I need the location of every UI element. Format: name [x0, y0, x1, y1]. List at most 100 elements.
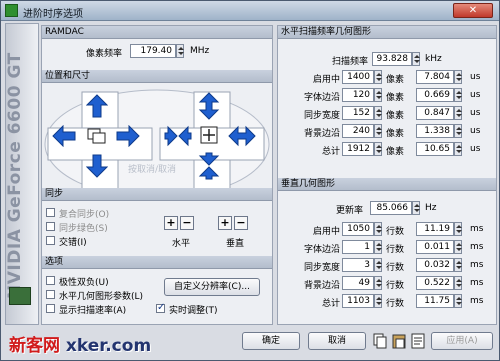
hgeom-row-label: 启用中: [312, 75, 340, 85]
vgeom-row-unit: 行数: [386, 263, 405, 273]
hgeom-row-spinner[interactable]: [374, 106, 382, 120]
vgeom-time-spinner[interactable]: [454, 240, 462, 254]
ok-button[interactable]: 确定: [242, 332, 300, 350]
vgeom-row-unit: 行数: [386, 281, 405, 291]
composite-sync-checkbox[interactable]: [46, 208, 55, 217]
scan-rate-input[interactable]: 93.828: [372, 52, 412, 66]
move-right-arrow[interactable]: [116, 125, 140, 147]
hgeom-time-input[interactable]: 7.804: [416, 70, 454, 84]
hgeom-row-label: 总计: [321, 147, 340, 157]
reset-icon[interactable]: [411, 333, 425, 349]
hgeom-pixels-input[interactable]: 1400: [342, 70, 374, 84]
negative-polarity-label: 极性双负(U): [59, 278, 109, 288]
vgeom-row: 字体边沿 1 行数 0.011 ms: [278, 240, 496, 256]
vgeom-row-label: 启用中: [312, 227, 340, 237]
vgeom-lines-input[interactable]: 3: [342, 258, 374, 272]
vgeom-row-spinner[interactable]: [374, 294, 382, 308]
vgeom-lines-input[interactable]: 1: [342, 240, 374, 254]
sync-green-checkbox[interactable]: [46, 222, 55, 231]
vgeom-time-spinner[interactable]: [454, 294, 462, 308]
refresh-rate-input[interactable]: 85.066: [370, 201, 412, 215]
move-left-arrow[interactable]: [52, 125, 76, 147]
hgeom-time-spinner[interactable]: [454, 142, 462, 156]
vgeom-time-spinner[interactable]: [454, 258, 462, 272]
sync-green-label: 同步绿色(S): [59, 224, 108, 234]
hgeom-time-input[interactable]: 0.847: [416, 106, 454, 120]
vgeom-time-input[interactable]: 11.19: [416, 222, 454, 236]
vgeom-time-spinner[interactable]: [454, 276, 462, 290]
hgeom-pixels-input[interactable]: 120: [342, 88, 374, 102]
copy-icon[interactable]: [373, 333, 387, 349]
size-shrink-vertical-arrow[interactable]: [198, 152, 220, 180]
pixel-clock-unit: MHz: [190, 46, 210, 56]
horizontal-plus-button[interactable]: +: [164, 216, 178, 230]
vgeom-time-input[interactable]: 0.522: [416, 276, 454, 290]
hgeom-pixels-input[interactable]: 152: [342, 106, 374, 120]
vgeom-time-input[interactable]: 11.75: [416, 294, 454, 308]
hgeom-time-input[interactable]: 0.669: [416, 88, 454, 102]
realtime-adjust-checkbox[interactable]: [156, 302, 165, 313]
vgeom-lines-input[interactable]: 1050: [342, 222, 374, 236]
options-header: 选项: [42, 256, 272, 269]
vgeom-row-label: 背景边沿: [303, 281, 340, 291]
vgeom-row-unit: 行数: [386, 245, 405, 255]
horizontal-minus-button[interactable]: −: [180, 216, 194, 230]
hgeom-row: 总计 1912 像素 10.65 us: [278, 142, 496, 158]
paste-icon[interactable]: [392, 333, 406, 349]
scan-rate-checkbox[interactable]: [46, 304, 55, 313]
vgeom-row-spinner[interactable]: [374, 222, 382, 236]
vertical-plus-button[interactable]: +: [218, 216, 232, 230]
horizontal-params-checkbox[interactable]: [46, 290, 55, 299]
move-up-arrow[interactable]: [86, 94, 108, 118]
size-shrink-horizontal-arrow[interactable]: [164, 125, 192, 147]
cancel-button[interactable]: 取消: [308, 332, 366, 350]
apply-button[interactable]: 应用(A): [431, 332, 493, 350]
move-down-arrow[interactable]: [86, 154, 108, 178]
hgeom-pixels-input[interactable]: 240: [342, 124, 374, 138]
monitor-icon: [9, 287, 31, 305]
close-button[interactable]: ✕: [453, 3, 493, 18]
hgeom-time-unit: us: [470, 126, 481, 136]
refresh-rate-spinner[interactable]: [412, 201, 420, 215]
hgeom-row-spinner[interactable]: [374, 124, 382, 138]
interlace-checkbox[interactable]: [46, 236, 55, 245]
refresh-rate-unit: Hz: [425, 203, 437, 213]
vgeom-row-label: 总计: [321, 299, 340, 309]
vgeom-time-input[interactable]: 0.011: [416, 240, 454, 254]
vgeom-row-label: 字体边沿: [303, 245, 340, 255]
vgeom-lines-input[interactable]: 49: [342, 276, 374, 290]
vgeom-row-spinner[interactable]: [374, 240, 382, 254]
vgeom-row-spinner[interactable]: [374, 258, 382, 272]
pixel-clock-spinner[interactable]: [176, 44, 184, 58]
hgeom-row-spinner[interactable]: [374, 70, 382, 84]
hgeom-time-spinner[interactable]: [454, 88, 462, 102]
hgeom-row-spinner[interactable]: [374, 88, 382, 102]
vgeom-time-unit: ms: [470, 242, 484, 252]
hgeom-time-input[interactable]: 1.338: [416, 124, 454, 138]
window-title: 进阶时序选项: [23, 9, 83, 20]
size-stretch-horizontal-arrow[interactable]: [228, 125, 256, 147]
negative-polarity-checkbox[interactable]: [46, 276, 55, 285]
vgeom-row-spinner[interactable]: [374, 276, 382, 290]
ramdac-header: RAMDAC: [42, 26, 272, 39]
pixel-clock-label: 像素频率: [86, 49, 123, 59]
pixel-clock-input[interactable]: 179.40: [130, 44, 176, 58]
vgeom-row: 启用中 1050 行数 11.19 ms: [278, 222, 496, 238]
vgeom-time-input[interactable]: 0.032: [416, 258, 454, 272]
hgeom-time-spinner[interactable]: [454, 106, 462, 120]
custom-resolution-button[interactable]: 自定义分辨率(C)...: [164, 278, 260, 296]
hgeom-time-spinner[interactable]: [454, 124, 462, 138]
vgeom-time-spinner[interactable]: [454, 222, 462, 236]
size-vertical-arrow[interactable]: [198, 92, 220, 120]
vgeom-row-unit: 行数: [386, 299, 405, 309]
hgeom-time-spinner[interactable]: [454, 70, 462, 84]
hgeom-pixels-input[interactable]: 1912: [342, 142, 374, 156]
hgeom-row-label: 字体边沿: [303, 93, 340, 103]
vgeom-lines-input[interactable]: 1103: [342, 294, 374, 308]
vertical-geometry-header: 垂直几何图形: [278, 178, 496, 191]
hgeom-row-spinner[interactable]: [374, 142, 382, 156]
hgeom-time-input[interactable]: 10.65: [416, 142, 454, 156]
hgeom-row: 同步宽度 152 像素 0.847 us: [278, 106, 496, 122]
vertical-minus-button[interactable]: −: [234, 216, 248, 230]
scan-rate-spinner[interactable]: [412, 52, 420, 66]
